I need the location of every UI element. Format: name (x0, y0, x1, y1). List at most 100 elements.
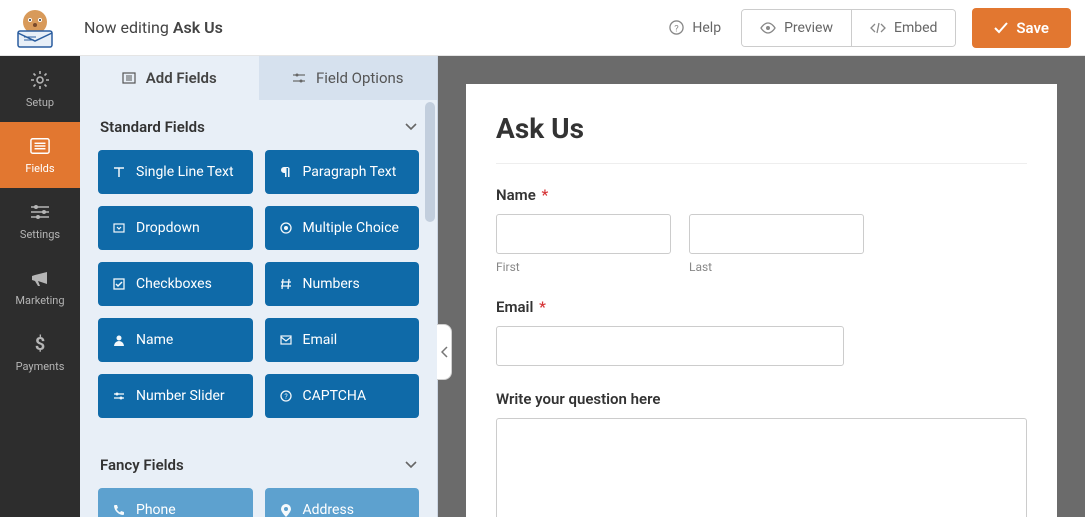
top-bar: Now editing Ask Us ? Help Preview Embed (0, 0, 1085, 56)
help-link[interactable]: ? Help (653, 12, 737, 44)
checkbox-icon (112, 277, 126, 291)
last-name-col: Last (689, 214, 864, 274)
help-icon: ? (669, 20, 684, 35)
email-input[interactable] (496, 326, 844, 366)
embed-button[interactable]: Embed (851, 10, 955, 46)
field-single-line-text[interactable]: Single Line Text (98, 150, 253, 194)
top-actions: ? Help Preview Embed Save (653, 8, 1071, 48)
field-name-label: Name (136, 332, 173, 348)
nav-marketing-label: Marketing (15, 294, 64, 307)
list-icon (30, 136, 50, 156)
paragraph-icon (279, 165, 293, 179)
form-name-label: Name * (496, 186, 1027, 204)
section-standard-fields[interactable]: Standard Fields (80, 100, 437, 150)
app-logo (14, 7, 56, 49)
question-textarea[interactable] (496, 418, 1027, 517)
editing-prefix: Now editing (84, 18, 173, 37)
nav-fields-label: Fields (25, 162, 54, 175)
nav-setup-label: Setup (26, 96, 54, 109)
field-address-label: Address (303, 502, 354, 517)
first-name-col: First (496, 214, 671, 274)
embed-label: Embed (894, 20, 937, 36)
nav-marketing[interactable]: Marketing (0, 254, 80, 320)
nav-payments-label: Payments (16, 360, 65, 373)
user-icon (112, 333, 126, 347)
tab-field-options[interactable]: Field Options (259, 56, 438, 100)
nav-settings[interactable]: Settings (0, 188, 80, 254)
phone-icon (112, 503, 126, 517)
field-checkboxes[interactable]: Checkboxes (98, 262, 253, 306)
last-sublabel: Last (689, 260, 864, 274)
last-name-input[interactable] (689, 214, 864, 254)
first-name-input[interactable] (496, 214, 671, 254)
svg-text:?: ? (675, 23, 680, 34)
required-marker: * (542, 186, 549, 204)
field-captcha[interactable]: ? CAPTCHA (265, 374, 420, 418)
editing-title: Ask Us (173, 18, 223, 37)
field-dropdown-label: Dropdown (136, 220, 200, 236)
nav-fields[interactable]: Fields (0, 122, 80, 188)
preview-button[interactable]: Preview (742, 10, 851, 46)
field-single-line-label: Single Line Text (136, 164, 234, 180)
field-captcha-label: CAPTCHA (303, 388, 367, 404)
form-email-label-text: Email (496, 298, 533, 316)
required-marker: * (539, 298, 546, 316)
envelope-icon (279, 333, 293, 347)
standard-fields-grid: Single Line Text Paragraph Text Dropdown… (80, 150, 437, 438)
chevron-down-icon (405, 123, 417, 131)
field-checkboxes-label: Checkboxes (136, 276, 212, 292)
slider-icon (112, 389, 126, 403)
panel-tabs: Add Fields Field Options (80, 56, 437, 100)
form-preview: Ask Us Name * First Last Email * (466, 84, 1057, 517)
field-paragraph-text[interactable]: Paragraph Text (265, 150, 420, 194)
field-phone-label: Phone (136, 502, 176, 517)
panel-scrollbar[interactable] (423, 100, 437, 517)
chevron-down-icon (405, 461, 417, 469)
tab-add-fields-label: Add Fields (146, 69, 217, 87)
panel-collapse-toggle[interactable] (437, 324, 452, 380)
help-label: Help (692, 20, 721, 36)
map-pin-icon (279, 503, 293, 517)
nav-settings-label: Settings (20, 228, 60, 241)
field-address[interactable]: Address (265, 488, 420, 517)
panel-body: Standard Fields Single Line Text Paragra… (80, 100, 437, 517)
radio-icon (279, 221, 293, 235)
field-numbers[interactable]: Numbers (265, 262, 420, 306)
field-number-slider-label: Number Slider (136, 388, 225, 404)
code-icon (870, 22, 886, 34)
field-phone[interactable]: Phone (98, 488, 253, 517)
nav-setup[interactable]: Setup (0, 56, 80, 122)
field-multiple-choice[interactable]: Multiple Choice (265, 206, 420, 250)
field-email[interactable]: Email (265, 318, 420, 362)
bullhorn-icon (30, 268, 50, 288)
nav-payments[interactable]: $ Payments (0, 320, 80, 386)
check-icon (994, 22, 1008, 34)
field-dropdown[interactable]: Dropdown (98, 206, 253, 250)
captcha-icon: ? (279, 389, 293, 403)
side-nav: Setup Fields Settings Marketing $ Paymen… (0, 56, 80, 517)
field-multiple-choice-label: Multiple Choice (303, 220, 399, 236)
form-title: Ask Us (496, 112, 1027, 164)
field-numbers-label: Numbers (303, 276, 360, 292)
save-label: Save (1016, 19, 1049, 37)
tab-field-options-label: Field Options (316, 69, 404, 87)
tab-add-fields[interactable]: Add Fields (80, 56, 259, 100)
section-standard-label: Standard Fields (100, 118, 205, 136)
add-fields-icon (122, 72, 136, 84)
form-email-label: Email * (496, 298, 1027, 316)
sliders-icon (30, 202, 50, 222)
first-sublabel: First (496, 260, 671, 274)
field-paragraph-label: Paragraph Text (303, 164, 397, 180)
field-number-slider[interactable]: Number Slider (98, 374, 253, 418)
name-row: First Last (496, 214, 1027, 274)
fields-panel: Add Fields Field Options Standard Fields… (80, 56, 438, 517)
editing-label: Now editing Ask Us (84, 18, 223, 37)
section-fancy-fields[interactable]: Fancy Fields (80, 438, 437, 488)
field-name[interactable]: Name (98, 318, 253, 362)
preview-embed-group: Preview Embed (741, 9, 956, 47)
svg-text:$: $ (35, 334, 45, 354)
dollar-icon: $ (30, 334, 50, 354)
panel-scrollbar-thumb[interactable] (425, 102, 435, 222)
gear-icon (30, 70, 50, 90)
save-button[interactable]: Save (972, 8, 1071, 48)
